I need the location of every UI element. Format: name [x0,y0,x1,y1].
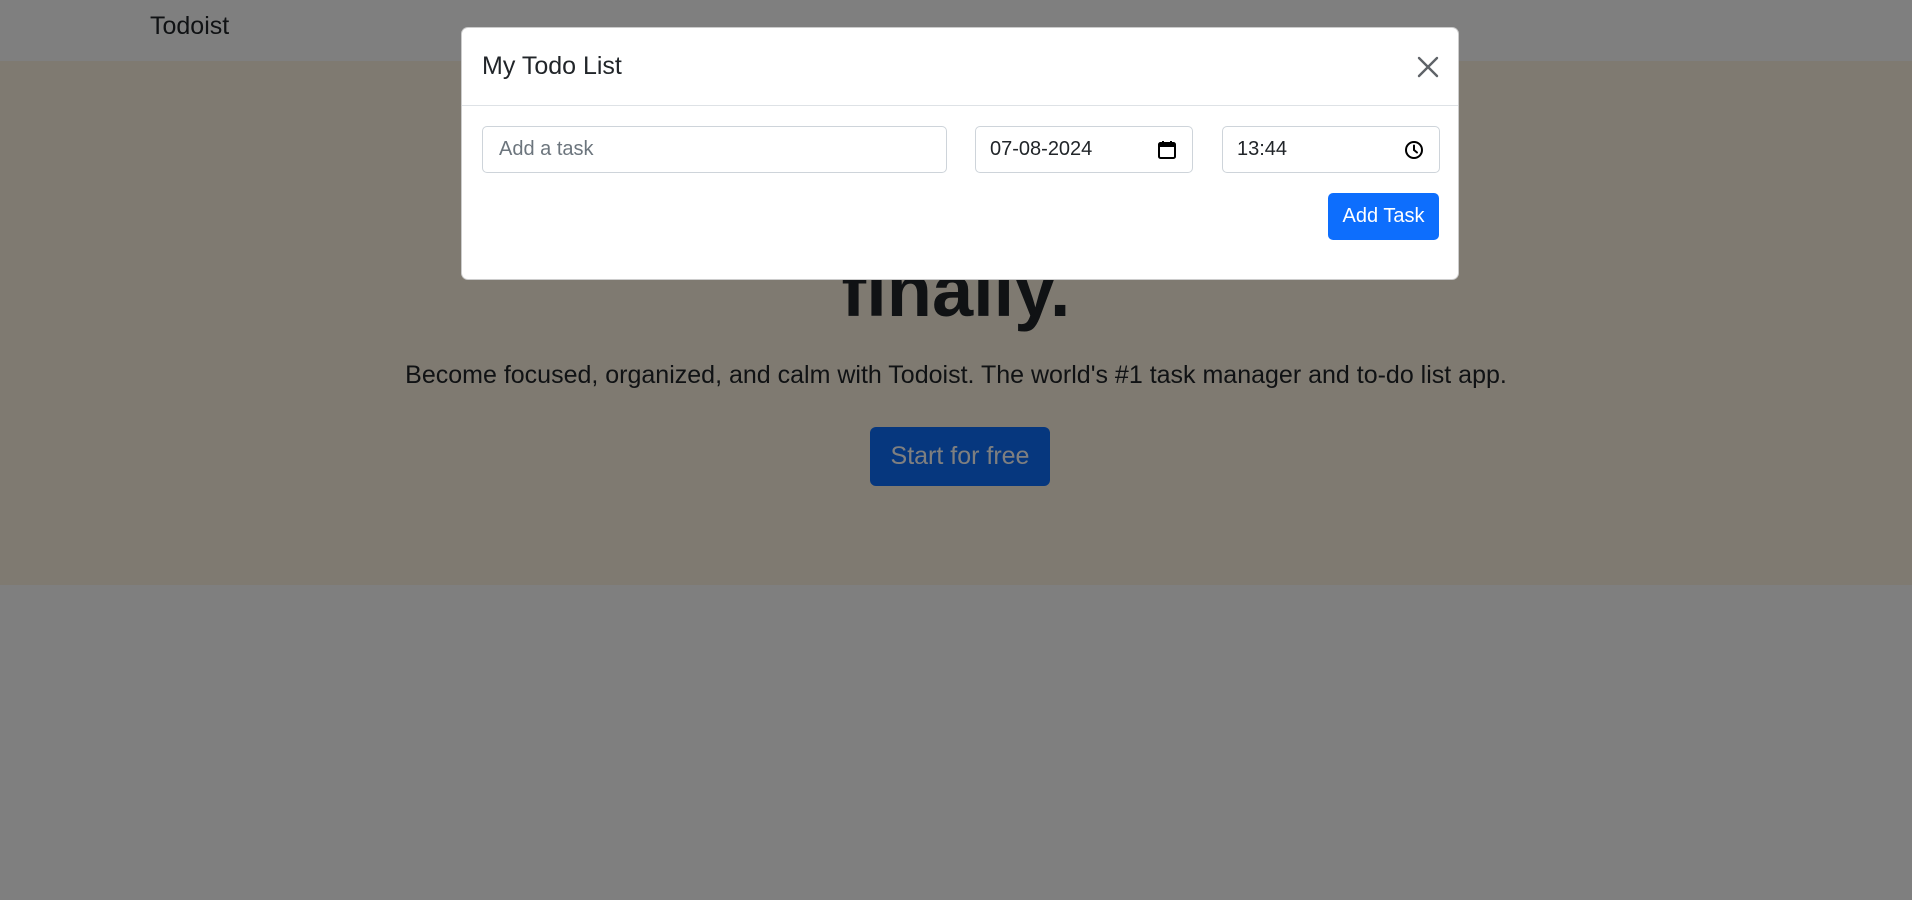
date-value: 07-08-2024 [990,138,1093,160]
close-icon [1412,51,1444,83]
page: Todoist finally. Become focused, organiz… [0,0,1912,900]
calendar-icon[interactable] [1156,139,1178,161]
time-value: 13:44 [1237,138,1288,160]
modal-title: My Todo List [482,52,622,80]
clock-icon[interactable] [1403,139,1425,161]
todo-modal: My Todo List 07-08-2024 [461,27,1459,280]
modal-header: My Todo List [462,28,1458,106]
add-task-button[interactable]: Add Task [1328,193,1439,240]
time-input[interactable]: 13:44 [1222,126,1440,173]
task-input[interactable] [482,126,947,173]
close-button[interactable] [1412,51,1444,83]
date-input[interactable]: 07-08-2024 [975,126,1193,173]
